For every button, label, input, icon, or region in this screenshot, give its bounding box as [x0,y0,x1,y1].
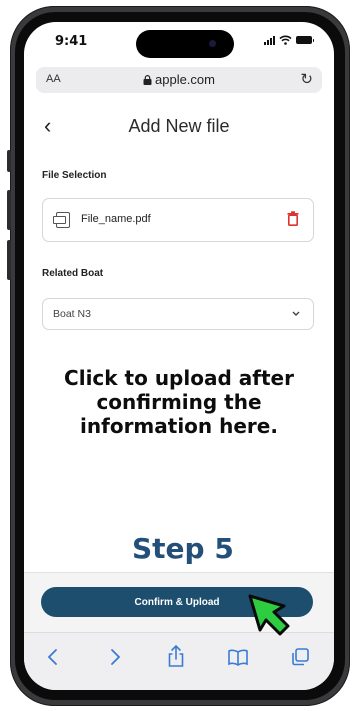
status-bar: 9:41 [24,22,334,66]
related-boat-label: Related Boat [42,268,104,279]
safari-url-bar[interactable]: AA apple.com ↻ [36,67,322,93]
cursor-arrow-icon [248,594,290,636]
wifi-icon [279,35,292,45]
signal-icon [264,35,275,45]
related-boat-select[interactable]: Boat N3 [42,298,314,330]
file-selection-label: File Selection [42,170,107,181]
battery-icon [296,36,314,44]
related-boat-value: Boat N3 [53,308,91,320]
lock-icon [143,75,152,85]
tutorial-step-label: Step 5 [132,532,234,565]
forward-icon[interactable] [108,647,122,667]
reload-icon[interactable]: ↻ [300,70,313,88]
pdf-file-icon [53,212,70,228]
trash-icon[interactable] [287,211,299,226]
bookmarks-icon[interactable] [227,647,249,667]
safari-toolbar [24,632,334,690]
back-icon[interactable] [46,647,60,667]
url-display[interactable]: apple.com [36,72,322,87]
share-icon[interactable] [167,644,185,668]
status-time: 9:41 [55,34,88,49]
url-text: apple.com [155,72,215,87]
volume-up-button [7,190,11,230]
page-title: Add New file [128,116,230,136]
chevron-down-icon [292,311,300,316]
tabs-icon[interactable] [290,647,310,667]
phone-screen: 9:41 AA apple.com ↻ ‹ Add New file File … [24,22,334,690]
app-header: ‹ Add New file [24,114,334,146]
file-selection-field[interactable]: File_name.pdf [42,198,314,242]
mute-switch [7,150,11,172]
tutorial-instruction: Click to upload after confirming the inf… [64,366,294,438]
dynamic-island [136,30,234,58]
volume-down-button [7,240,11,280]
status-icons [264,35,314,45]
file-name: File_name.pdf [81,213,151,225]
